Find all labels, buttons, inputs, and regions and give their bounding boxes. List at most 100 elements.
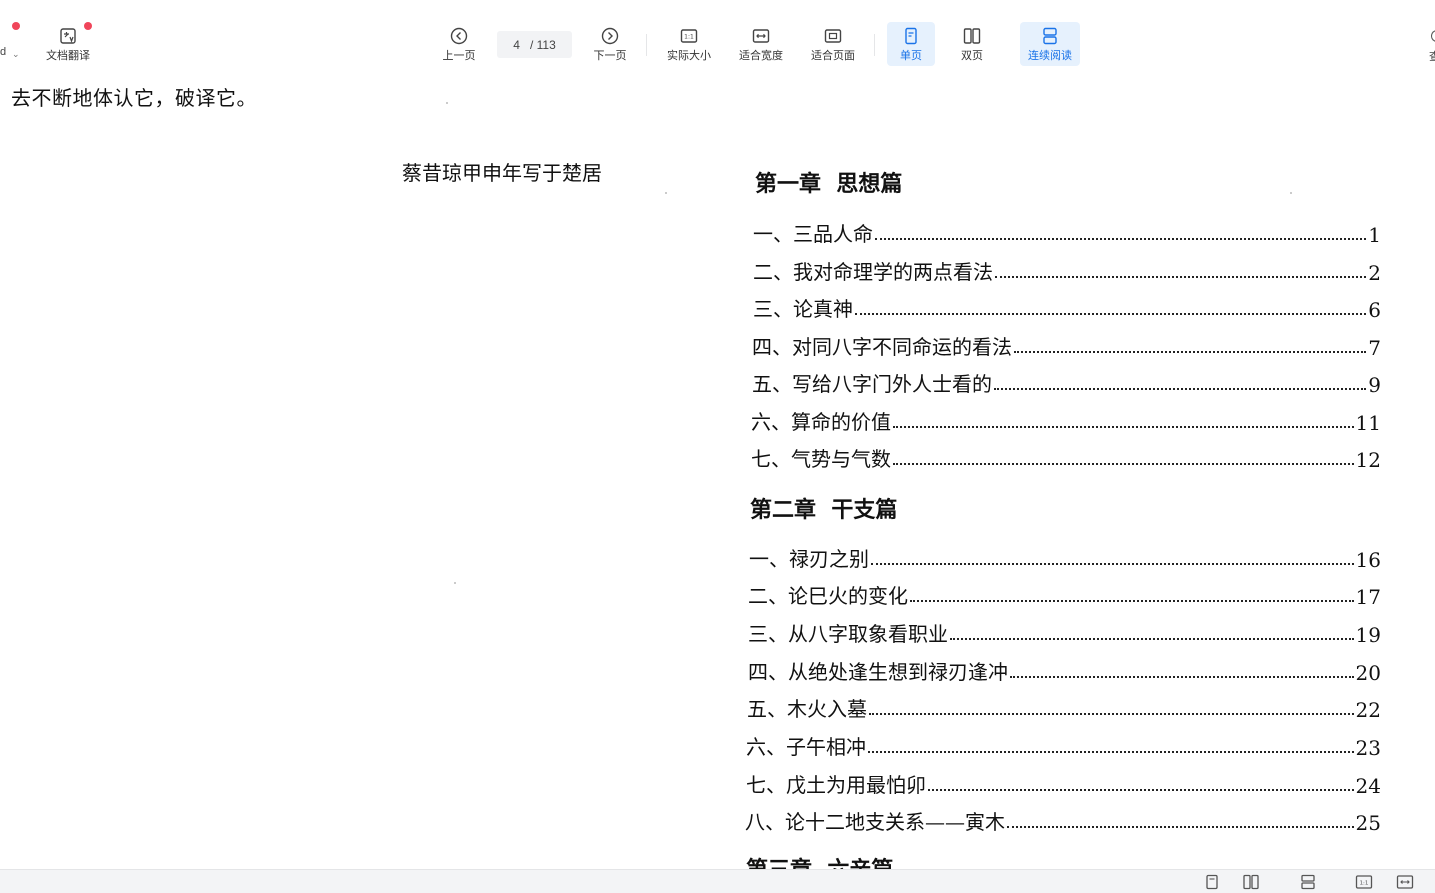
toc-entry-page: 24 xyxy=(1355,774,1381,798)
toc-leader-dots xyxy=(871,563,1354,565)
page-number-input[interactable]: 4 / 113 xyxy=(497,31,572,58)
actual-size-icon: 1:1 xyxy=(680,29,698,43)
toc-entry: 七、气势与气数 12 xyxy=(751,443,1381,472)
toc-entry-page: 25 xyxy=(1355,811,1381,835)
fit-width-icon[interactable] xyxy=(1396,874,1414,890)
toc-entry-page: 7 xyxy=(1368,336,1381,360)
toc-entry: 五、木火入墓 22 xyxy=(747,693,1381,722)
toc-entry-page: 19 xyxy=(1355,623,1381,647)
translate-label: 文档翻译 xyxy=(46,50,90,62)
toc-entry-label: 三、从八字取象看职业 xyxy=(748,622,948,646)
toc-entry-label: 八、论十二地支关系——寅木 xyxy=(745,810,1005,834)
toc-entry-label: 二、我对命理学的两点看法 xyxy=(753,260,993,284)
toc-entry-page: 12 xyxy=(1355,448,1381,472)
toc-leader-dots xyxy=(1010,676,1354,678)
notification-dot xyxy=(12,22,20,30)
toc-entry: 六、算命的价值 11 xyxy=(751,406,1381,435)
toc-leader-dots xyxy=(855,313,1367,315)
single-page-button[interactable]: 单页 xyxy=(887,22,935,66)
scan-speck xyxy=(1290,192,1292,194)
toc-entry-label: 五、写给八字门外人士看的 xyxy=(752,372,992,396)
toc-entry-page: 9 xyxy=(1368,373,1381,397)
chevron-right-circle-icon xyxy=(601,27,619,45)
toc-chapter-title: 第一章 思想篇 xyxy=(755,171,903,197)
toc-entry-label: 四、从绝处逢生想到禄刃逢冲 xyxy=(748,660,1008,684)
total-pages: / 113 xyxy=(529,37,556,52)
toc-entry: 三、从八字取象看职业 19 xyxy=(748,618,1381,647)
double-page-icon xyxy=(963,28,981,44)
continuous-icon xyxy=(1043,27,1057,45)
svg-text:1:1: 1:1 xyxy=(1360,881,1369,887)
toc-leader-dots xyxy=(950,638,1354,640)
continuous-label: 连续阅读 xyxy=(1028,50,1072,62)
toc-entry: 六、子午相冲 23 xyxy=(746,731,1381,760)
chevron-left-circle-icon xyxy=(450,27,468,45)
single-page-icon[interactable] xyxy=(1203,874,1221,890)
toc-chapter-title: 第三章 六亲篇 xyxy=(746,852,893,869)
toc-entry-label: 六、算命的价值 xyxy=(751,410,891,434)
left-cut-label[interactable]: d xyxy=(0,46,6,58)
toc-entry-label: 五、木火入墓 xyxy=(747,697,867,721)
toc-entry-page: 20 xyxy=(1355,661,1381,685)
actual-size-button[interactable]: 1:1 实际大小 xyxy=(662,22,716,66)
continuous-reading-button[interactable]: 连续阅读 xyxy=(1020,22,1080,66)
toc-chapter-title: 第二章 干支篇 xyxy=(750,497,898,523)
current-page[interactable]: 4 xyxy=(513,38,520,52)
toc-entry: 七、戊土为用最怕卯 24 xyxy=(746,769,1381,798)
toc-entry: 二、论巳火的变化 17 xyxy=(748,580,1381,609)
status-bar: 1:1 xyxy=(0,869,1435,893)
toc-entry-page: 22 xyxy=(1355,698,1381,722)
single-page-icon xyxy=(905,27,917,45)
next-page-button[interactable]: 下一页 xyxy=(588,22,632,66)
double-page-icon[interactable] xyxy=(1242,874,1260,890)
toc-entry-page: 17 xyxy=(1355,585,1381,609)
toc-leader-dots xyxy=(869,713,1354,715)
search-icon[interactable] xyxy=(1431,30,1435,42)
toc-entry-page: 16 xyxy=(1355,548,1381,572)
continuous-icon[interactable] xyxy=(1299,874,1317,890)
scan-speck xyxy=(665,192,667,194)
toc-entry-page: 23 xyxy=(1355,736,1381,760)
single-page-label: 单页 xyxy=(900,50,922,62)
toc-entry-label: 七、气势与气数 xyxy=(751,447,891,471)
toc-entry: 一、禄刃之别 16 xyxy=(749,543,1381,572)
prev-page-button[interactable]: 上一页 xyxy=(437,22,481,66)
toc-leader-dots xyxy=(875,238,1367,240)
toc-entry-page: 6 xyxy=(1368,298,1381,322)
toc-entry: 一、三品人命 1 xyxy=(753,218,1381,247)
toc-leader-dots xyxy=(868,751,1354,753)
search-label[interactable]: 查 xyxy=(1429,48,1435,64)
double-page-button[interactable]: 双页 xyxy=(950,22,994,66)
toc-entry: 四、对同八字不同命运的看法 7 xyxy=(752,331,1381,360)
toc-entry: 五、写给八字门外人士看的 9 xyxy=(752,368,1381,397)
left-page-signature: 蔡昔琼甲申年写于楚居 xyxy=(402,161,602,185)
toc-leader-dots xyxy=(995,276,1367,278)
toc-entry-label: 一、三品人命 xyxy=(753,222,873,246)
translate-icon xyxy=(60,28,76,44)
actual-size-label: 实际大小 xyxy=(667,50,711,62)
toc-entry-label: 二、论巳火的变化 xyxy=(748,584,908,608)
toc-leader-dots xyxy=(893,463,1354,465)
toc-leader-dots xyxy=(994,388,1367,390)
toc-entry: 八、论十二地支关系——寅木 25 xyxy=(745,806,1381,835)
toc-entry-page: 1 xyxy=(1368,223,1381,247)
fit-width-label: 适合宽度 xyxy=(739,50,783,62)
toc-entry-label: 七、戊土为用最怕卯 xyxy=(746,773,926,797)
scan-speck xyxy=(454,582,456,584)
toc-entry-page: 2 xyxy=(1368,261,1381,285)
toc-entry-label: 四、对同八字不同命运的看法 xyxy=(752,335,1012,359)
fit-page-label: 适合页面 xyxy=(811,50,855,62)
fit-width-icon xyxy=(752,29,770,43)
toc-leader-dots xyxy=(910,600,1354,602)
svg-text:1:1: 1:1 xyxy=(684,34,694,41)
actual-size-icon[interactable]: 1:1 xyxy=(1355,874,1373,890)
toc-leader-dots xyxy=(928,789,1354,791)
fit-page-button[interactable]: 适合页面 xyxy=(806,22,860,66)
next-page-label: 下一页 xyxy=(593,50,627,62)
document-view[interactable]: 去不断地体认它，破译它。 蔡昔琼甲申年写于楚居 第一章 思想篇 一、三品人命 1 二、… xyxy=(0,72,1435,869)
fit-width-button[interactable]: 适合宽度 xyxy=(734,22,788,66)
toolbar-divider xyxy=(646,34,647,56)
chevron-down-icon[interactable]: ⌄ xyxy=(12,49,20,60)
scan-speck xyxy=(446,102,448,104)
toc-entry: 四、从绝处逢生想到禄刃逢冲 20 xyxy=(748,656,1381,685)
